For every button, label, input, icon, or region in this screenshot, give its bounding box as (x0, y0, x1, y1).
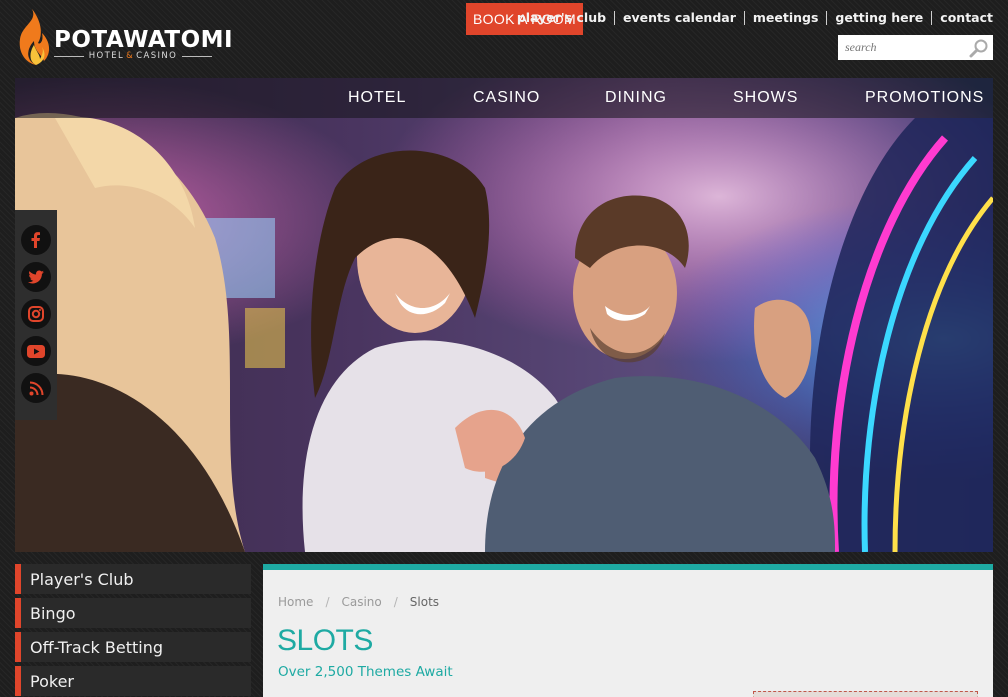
callout-box (753, 691, 978, 697)
twitter-icon[interactable] (21, 262, 51, 292)
nav-promotions[interactable]: PROMOTIONS (865, 89, 984, 107)
divider (931, 10, 933, 25)
nav-hotel[interactable]: HOTEL (348, 89, 406, 107)
youtube-icon[interactable] (21, 336, 51, 366)
divider (826, 10, 828, 25)
breadcrumb-current: Slots (409, 595, 440, 609)
players-club-link[interactable]: player's club (517, 10, 606, 25)
tagline-casino: CASINO (136, 51, 178, 61)
sidebar-item-bingo[interactable]: Bingo (15, 598, 251, 628)
sidebar-item-poker[interactable]: Poker (15, 666, 251, 696)
breadcrumb-separator: / (325, 595, 330, 609)
getting-here-link[interactable]: getting here (835, 10, 923, 25)
nav-casino[interactable]: CASINO (473, 89, 540, 107)
search-box (838, 35, 993, 60)
divider (614, 10, 616, 25)
search-icon[interactable] (969, 38, 989, 58)
main-content: Home / Casino / Slots SLOTS Over 2,500 T… (263, 564, 993, 697)
divider (743, 10, 745, 25)
sidebar: Player's Club Bingo Off-Track Betting Po… (15, 564, 251, 697)
breadcrumb-home[interactable]: Home (278, 595, 313, 609)
meetings-link[interactable]: meetings (753, 10, 819, 25)
main-nav: HOTEL CASINO DINING SHOWS PROMOTIONS (15, 78, 993, 118)
page-title: SLOTS (277, 624, 373, 657)
logo[interactable]: POTAWATOMI HOTEL & CASINO (14, 7, 233, 67)
search-input[interactable] (838, 36, 958, 59)
hero-banner: HOTEL CASINO DINING SHOWS PROMOTIONS (15, 78, 993, 552)
flame-icon (19, 9, 50, 65)
contact-link[interactable]: contact (940, 10, 993, 25)
social-bar (15, 210, 57, 420)
breadcrumb: Home / Casino / Slots (278, 595, 439, 609)
sidebar-item-off-track-betting[interactable]: Off-Track Betting (15, 632, 251, 662)
brand-tagline: HOTEL & CASINO (54, 51, 212, 61)
tagline-hotel: HOTEL (88, 51, 125, 61)
brand-name: POTAWATOMI (54, 27, 234, 53)
utility-nav: player's club events calendar meetings g… (517, 10, 993, 25)
breadcrumb-casino[interactable]: Casino (341, 595, 381, 609)
nav-dining[interactable]: DINING (605, 89, 667, 107)
events-calendar-link[interactable]: events calendar (623, 10, 736, 25)
tagline-amp: & (126, 51, 135, 61)
nav-shows[interactable]: SHOWS (733, 89, 798, 107)
sidebar-item-players-club[interactable]: Player's Club (15, 564, 251, 594)
hero-photo (15, 78, 993, 552)
rss-icon[interactable] (21, 373, 51, 403)
facebook-icon[interactable] (21, 225, 51, 255)
page-subtitle: Over 2,500 Themes Await (278, 664, 453, 680)
breadcrumb-separator: / (393, 595, 398, 609)
instagram-icon[interactable] (21, 299, 51, 329)
